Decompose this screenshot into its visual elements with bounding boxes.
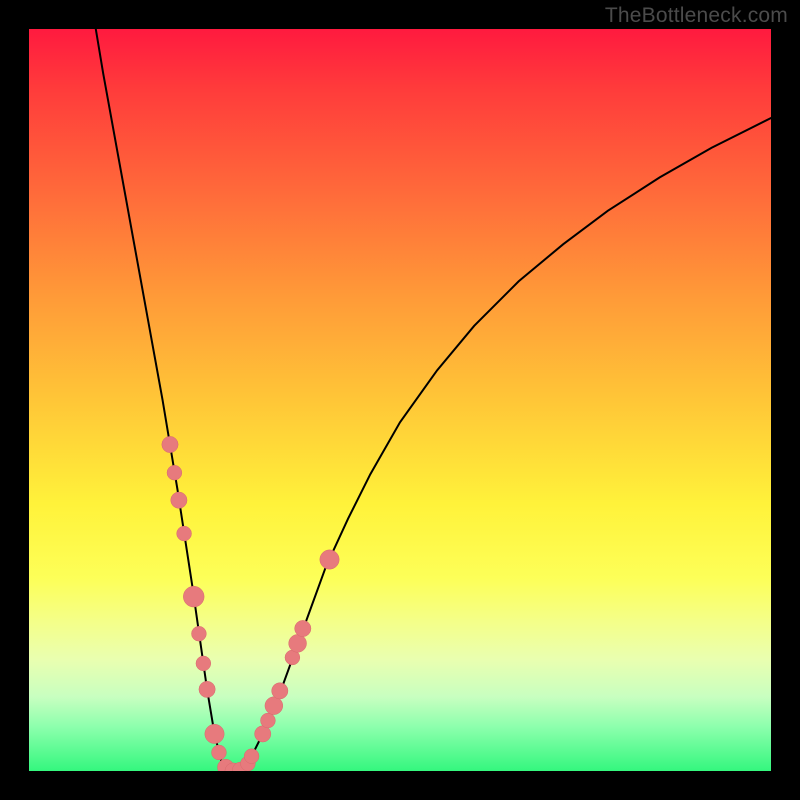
data-marker — [212, 745, 227, 760]
data-marker — [192, 626, 207, 641]
data-marker — [205, 724, 224, 743]
data-marker — [199, 681, 215, 697]
data-marker — [162, 436, 178, 452]
watermark-text: TheBottleneck.com — [605, 4, 788, 28]
data-marker — [171, 492, 187, 508]
data-marker — [183, 586, 204, 607]
data-marker — [196, 656, 211, 671]
data-marker — [295, 620, 311, 636]
data-marker — [289, 634, 307, 652]
data-marker — [272, 683, 288, 699]
data-marker — [265, 697, 283, 715]
data-marker — [167, 465, 182, 480]
curve-layer — [29, 29, 771, 771]
data-marker — [244, 749, 259, 764]
chart-frame: TheBottleneck.com — [0, 0, 800, 800]
data-marker — [261, 713, 276, 728]
data-marker — [320, 550, 339, 569]
plot-area — [29, 29, 771, 771]
data-marker — [177, 526, 192, 541]
